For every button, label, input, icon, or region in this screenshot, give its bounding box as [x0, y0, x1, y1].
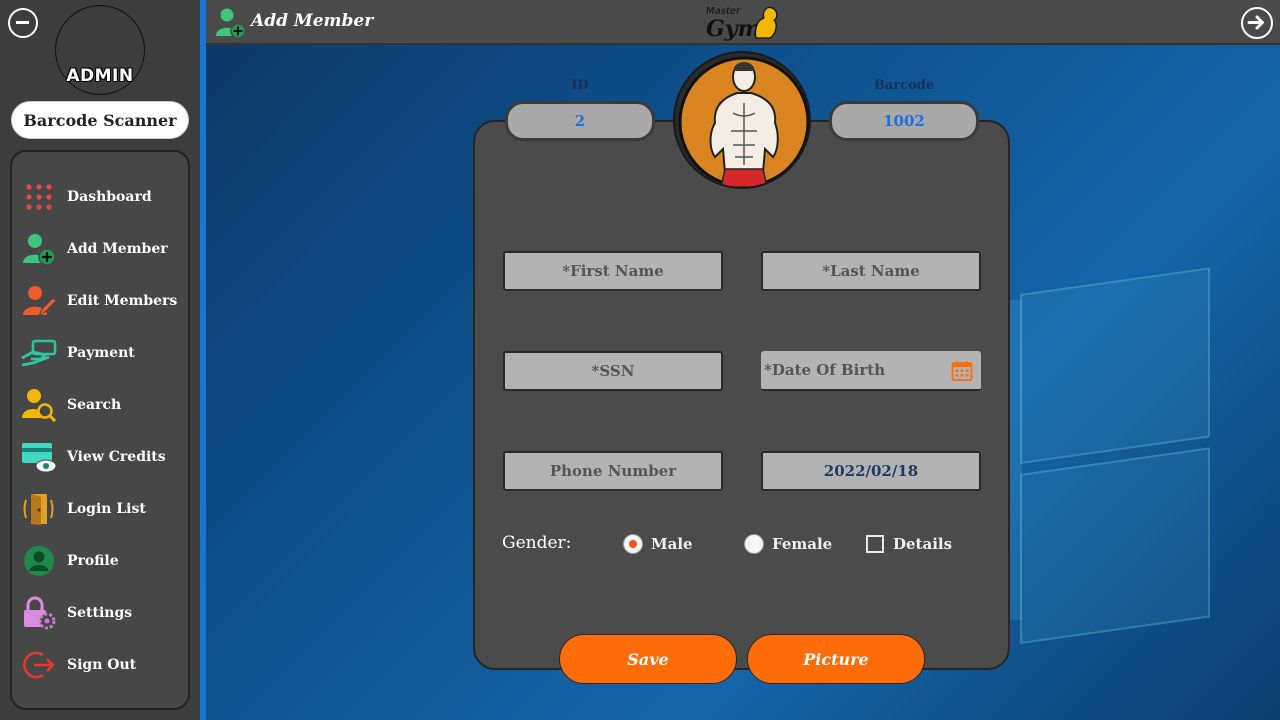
exit-button[interactable]: [1241, 7, 1273, 39]
app-logo: Master Gym: [706, 2, 786, 44]
member-photo[interactable]: [673, 51, 811, 189]
settings-lock-icon: [20, 594, 58, 632]
sidebar-item-sign-out[interactable]: Sign Out: [20, 643, 188, 687]
sidebar-item-label: Dashboard: [67, 189, 152, 205]
user-role-label: ADMIN: [66, 66, 134, 86]
sidebar-menu: Dashboard Add Member Edit Members Paymen…: [10, 150, 190, 710]
sidebar-item-payment[interactable]: Payment: [20, 331, 188, 375]
ssn-input[interactable]: *SSN: [503, 351, 723, 391]
sidebar-item-label: View Credits: [67, 449, 166, 465]
collapse-sidebar-button[interactable]: [8, 8, 38, 38]
wallpaper-window-logo: [1020, 266, 1220, 654]
calendar-icon[interactable]: [951, 360, 973, 382]
gender-female-label[interactable]: Female: [772, 535, 832, 553]
search-user-icon: [20, 386, 58, 424]
id-field: 2: [505, 101, 655, 141]
gender-male-label[interactable]: Male: [651, 535, 693, 553]
date-of-birth-picker[interactable]: *Date Of Birth: [761, 351, 981, 391]
sidebar-item-label: Login List: [67, 501, 146, 517]
sidebar-item-edit-members[interactable]: Edit Members: [20, 279, 188, 323]
edit-user-icon: [20, 282, 58, 320]
arrow-right-icon: [1247, 15, 1264, 30]
sidebar-item-label: Add Member: [67, 241, 168, 257]
sidebar-item-add-member[interactable]: Add Member: [20, 227, 188, 271]
phone-number-input[interactable]: Phone Number: [503, 451, 723, 491]
gender-female-radio[interactable]: [744, 534, 764, 554]
registration-date-field[interactable]: 2022/02/18: [761, 451, 981, 491]
first-name-input[interactable]: *First Name: [503, 251, 723, 291]
profile-icon: [20, 542, 58, 580]
sidebar-panel: ADMIN Barcode Scanner Dashboard Add Memb…: [0, 0, 200, 720]
id-label: ID: [571, 78, 589, 93]
picture-button[interactable]: Picture: [747, 634, 925, 684]
gender-male-radio[interactable]: [623, 534, 643, 554]
door-icon: [20, 490, 58, 528]
date-of-birth-input[interactable]: *Date Of Birth: [764, 361, 885, 379]
gender-label: Gender:: [502, 533, 572, 553]
sidebar-item-view-credits[interactable]: View Credits: [20, 435, 188, 479]
bodybuilder-image: [678, 56, 809, 187]
sign-out-icon: [20, 646, 58, 684]
sidebar-item-search[interactable]: Search: [20, 383, 188, 427]
sidebar-item-label: Settings: [67, 605, 133, 621]
sidebar-item-login-list[interactable]: Login List: [20, 487, 188, 531]
flexed-arm-icon: [754, 7, 778, 39]
sidebar-item-settings[interactable]: Settings: [20, 591, 188, 635]
grid-dots-icon: [20, 178, 58, 216]
details-label[interactable]: Details: [893, 535, 952, 553]
sidebar-item-profile[interactable]: Profile: [20, 539, 188, 583]
sidebar-item-label: Edit Members: [67, 293, 178, 309]
sidebar-item-dashboard[interactable]: Dashboard: [20, 175, 188, 219]
add-user-icon: [20, 230, 58, 268]
save-button[interactable]: Save: [559, 634, 737, 684]
page-title: Add Member: [251, 11, 374, 31]
sidebar-item-label: Search: [67, 397, 122, 413]
barcode-field: 1002: [829, 101, 979, 141]
sidebar-item-label: Payment: [67, 345, 135, 361]
member-form-card: [473, 120, 1010, 670]
payment-hand-icon: [20, 334, 58, 372]
barcode-scanner-button[interactable]: Barcode Scanner: [11, 101, 189, 139]
sidebar: ADMIN Barcode Scanner Dashboard Add Memb…: [0, 0, 206, 720]
last-name-input[interactable]: *Last Name: [761, 251, 981, 291]
credit-card-view-icon: [20, 438, 58, 476]
add-user-icon: [216, 7, 246, 43]
sidebar-item-label: Sign Out: [67, 657, 137, 673]
top-bar: Add Member Master Gym: [206, 0, 1280, 45]
details-checkbox[interactable]: [866, 535, 884, 553]
sidebar-item-label: Profile: [67, 553, 119, 569]
barcode-label: Barcode: [873, 78, 935, 93]
